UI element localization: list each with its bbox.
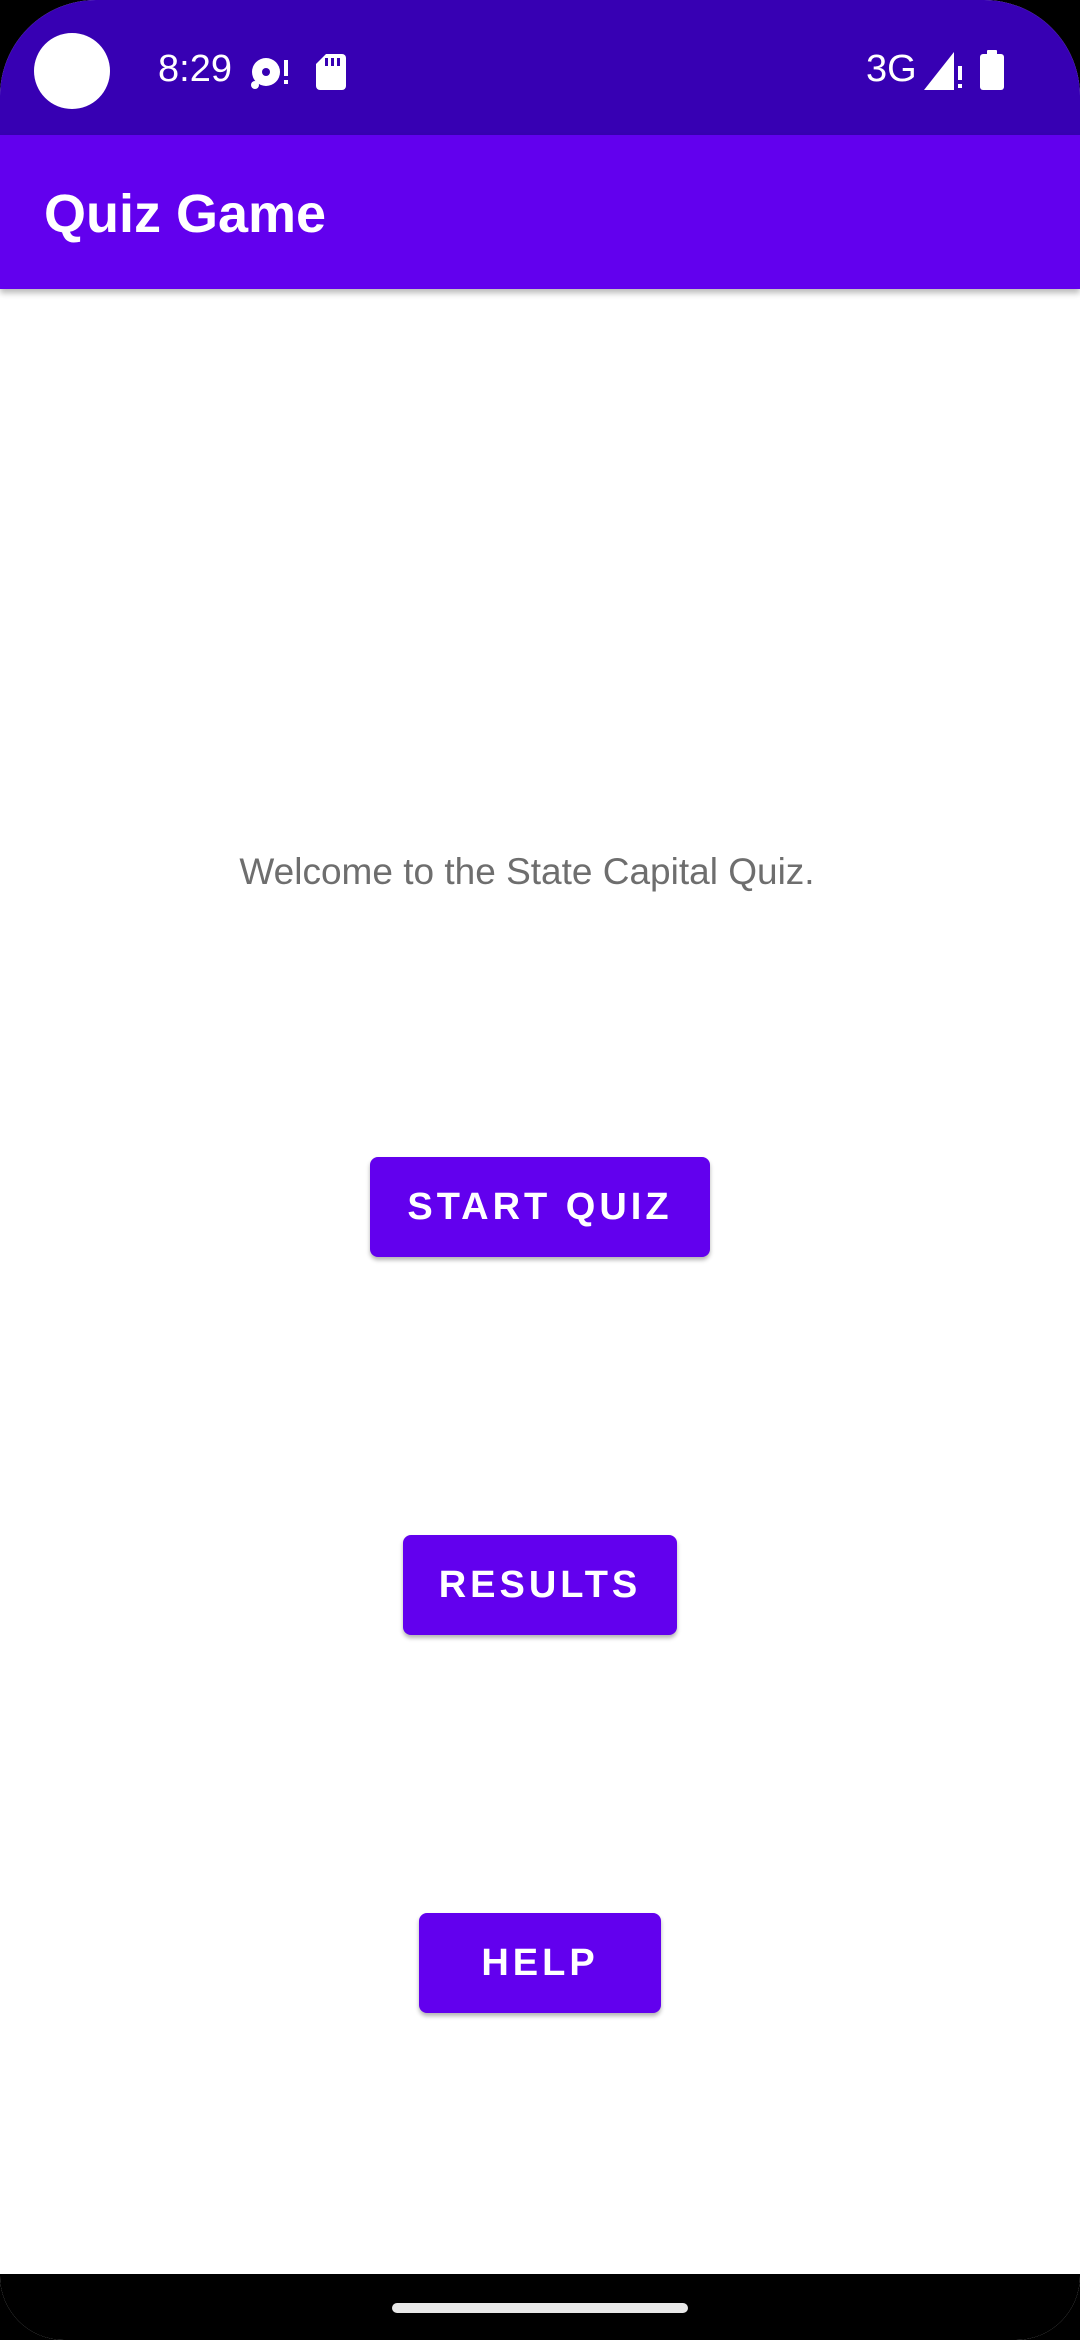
camera-cutout <box>34 33 110 109</box>
main-content: Welcome to the State Capital Quiz. START… <box>0 289 1080 2274</box>
battery-icon <box>980 50 1004 90</box>
home-gesture-handle[interactable] <box>392 2303 688 2313</box>
status-bar: 8:29 3G <box>0 0 1080 135</box>
app-title: Quiz Game <box>44 184 327 244</box>
start-quiz-button[interactable]: START QUIZ <box>370 1157 710 1257</box>
status-time: 8:29 <box>158 48 232 90</box>
media-sync-icon <box>251 58 288 89</box>
signal-icon <box>924 52 962 90</box>
network-type: 3G <box>866 48 917 90</box>
sd-card-icon <box>316 54 346 90</box>
phone-screen: 8:29 3G Quiz Game Welcome to the State C… <box>0 0 1080 2340</box>
welcome-text: Welcome to the State Capital Quiz. <box>239 851 815 892</box>
app-bar: Quiz Game <box>0 135 1080 289</box>
results-button[interactable]: RESULTS <box>403 1535 677 1635</box>
navigation-bar <box>0 2274 1080 2340</box>
help-button[interactable]: HELP <box>419 1913 661 2013</box>
